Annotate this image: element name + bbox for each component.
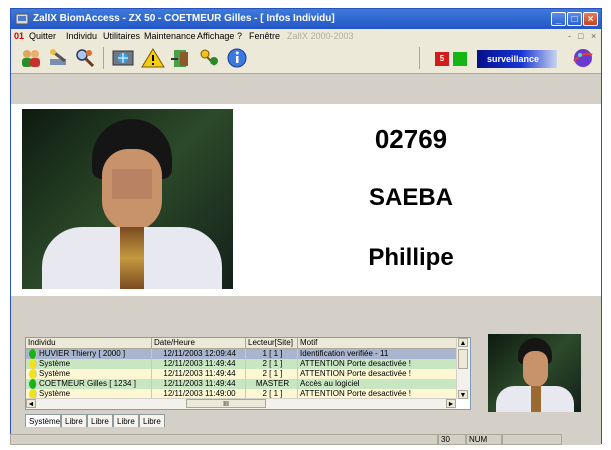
info-icon[interactable] xyxy=(225,47,249,69)
scroll-left-button[interactable]: ◄ xyxy=(26,399,36,408)
person-photo xyxy=(22,109,233,289)
table-cell-individu: COETMEUR Gilles [ 1234 ] xyxy=(26,379,152,389)
menu-individu[interactable]: Individu xyxy=(66,29,97,43)
close-button[interactable]: × xyxy=(583,12,598,26)
menu-fenetre[interactable]: Fenêtre xyxy=(249,29,280,43)
title-bar[interactable]: ZalIX BiomAccess - ZX 50 - COETMEUR Gill… xyxy=(11,9,601,29)
table-cell-date: 12/11/2003 11:49:44 xyxy=(152,369,246,379)
toolbar-separator xyxy=(103,47,104,69)
menu-quitter[interactable]: Quitter xyxy=(29,29,56,43)
scroll-up-button[interactable]: ▲ xyxy=(458,338,468,347)
minimize-button[interactable]: _ xyxy=(551,12,566,26)
toolbar: 5 surveillance xyxy=(11,43,601,74)
table-header: Individu Date/Heure Lecteur[Site] Motif xyxy=(26,338,458,349)
menu-utilitaires[interactable]: Utilitaires xyxy=(103,29,140,43)
table-row[interactable]: Système 12/11/2003 11:49:44 2 [ 1 ] ATTENTI… xyxy=(26,359,458,369)
door-icon[interactable] xyxy=(169,47,193,69)
table-row[interactable]: HUVIER Thierry [ 2000 ] 12/11/2003 12:09:… xyxy=(26,349,458,359)
person-thumbnail xyxy=(488,334,581,412)
window-title: ZalIX BiomAccess - ZX 50 - COETMEUR Gill… xyxy=(33,13,335,24)
table-cell-date: 12/11/2003 11:49:44 xyxy=(152,379,246,389)
identity-panel: 02769 SAEBA Phillipe xyxy=(11,104,601,296)
table-cell-motif: Accès au logiciel xyxy=(298,379,458,389)
status-num: NUM xyxy=(466,434,502,445)
app-window: ZalIX BiomAccess - ZX 50 - COETMEUR Gill… xyxy=(10,8,602,445)
users-icon[interactable] xyxy=(19,47,43,69)
status-indicator xyxy=(453,52,467,66)
tab-libre-4[interactable]: Libre xyxy=(139,414,165,427)
column-header-date[interactable]: Date/Heure xyxy=(152,338,246,348)
horizontal-scrollbar[interactable]: ◄ III ► xyxy=(26,398,456,409)
menu-affichage[interactable]: Affichage xyxy=(197,29,234,43)
table-cell-lecteur: 2 [ 1 ] xyxy=(246,359,298,369)
table-cell-date: 12/11/2003 11:49:44 xyxy=(152,359,246,369)
document-icon: 01 xyxy=(14,31,25,41)
event-log-table[interactable]: Individu Date/Heure Lecteur[Site] Motif … xyxy=(25,337,471,410)
scroll-down-button[interactable]: ▼ xyxy=(458,390,468,399)
vertical-scrollbar[interactable]: ▲ ▼ xyxy=(456,338,470,399)
keys-icon[interactable] xyxy=(197,47,221,69)
tab-libre-3[interactable]: Libre xyxy=(113,414,139,427)
table-cell-individu: Système xyxy=(26,369,152,379)
horizontal-scroll-thumb[interactable]: III xyxy=(186,399,266,408)
network-icon[interactable] xyxy=(111,47,135,69)
table-cell-motif: ATTENTION Porte desactivée ! xyxy=(298,359,458,369)
table-cell-individu: HUVIER Thierry [ 2000 ] xyxy=(26,349,152,359)
app-icon xyxy=(15,13,29,25)
table-row[interactable]: COETMEUR Gilles [ 1234 ] 12/11/2003 11:49… xyxy=(26,379,458,389)
planet-icon[interactable] xyxy=(571,47,595,69)
search-person-icon[interactable] xyxy=(73,47,97,69)
table-cell-lecteur: 2 [ 1 ] xyxy=(246,369,298,379)
status-extra xyxy=(502,434,562,445)
status-message xyxy=(10,434,438,445)
toolbar-separator xyxy=(419,47,420,69)
table-cell-lecteur: 1 [ 1 ] xyxy=(246,349,298,359)
table-cell-motif: Identification verifiée - 11 xyxy=(298,349,458,359)
column-header-motif[interactable]: Motif xyxy=(298,338,458,348)
mdi-minimize-button[interactable]: - xyxy=(568,29,571,43)
individual-firstname: Phillipe xyxy=(368,244,454,271)
table-row[interactable]: Système 12/11/2003 11:49:44 2 [ 1 ] ATTENTI… xyxy=(26,369,458,379)
individual-number: 02769 xyxy=(374,124,448,154)
table-cell-individu: Système xyxy=(26,359,152,369)
warning-icon[interactable] xyxy=(141,47,165,69)
header-spacer xyxy=(11,74,601,104)
mdi-restore-button[interactable]: □ xyxy=(578,29,583,43)
scroll-thumb[interactable] xyxy=(458,349,468,369)
column-header-individu[interactable]: Individu xyxy=(26,338,152,348)
table-cell-date: 12/11/2003 12:09:44 xyxy=(152,349,246,359)
status-count: 30 xyxy=(438,434,466,445)
menu-bar: 01 Quitter Individu Utilitaires Maintena… xyxy=(11,29,601,43)
menu-maintenance[interactable]: Maintenance xyxy=(144,29,196,43)
table-cell-lecteur: MASTER xyxy=(246,379,298,389)
column-header-lecteur[interactable]: Lecteur[Site] xyxy=(246,338,298,348)
individual-lastname: SAEBA xyxy=(368,184,453,211)
maximize-button[interactable]: □ xyxy=(567,12,582,26)
tab-systeme[interactable]: Système xyxy=(25,414,61,427)
menu-help[interactable]: ? xyxy=(237,29,242,43)
event-log-area: Individu Date/Heure Lecteur[Site] Motif … xyxy=(11,297,601,445)
tab-libre-2[interactable]: Libre xyxy=(87,414,113,427)
surveillance-button[interactable]: surveillance xyxy=(477,50,557,68)
scroll-right-button[interactable]: ► xyxy=(446,399,456,408)
menu-watermark: ZalIX 2000-2003 xyxy=(287,31,354,41)
tools-icon[interactable] xyxy=(47,47,71,69)
alarm-indicator[interactable]: 5 xyxy=(435,52,449,66)
table-cell-motif: ATTENTION Porte desactivée ! xyxy=(298,369,458,379)
mdi-close-button[interactable]: × xyxy=(591,29,596,43)
tab-libre-1[interactable]: Libre xyxy=(61,414,87,427)
